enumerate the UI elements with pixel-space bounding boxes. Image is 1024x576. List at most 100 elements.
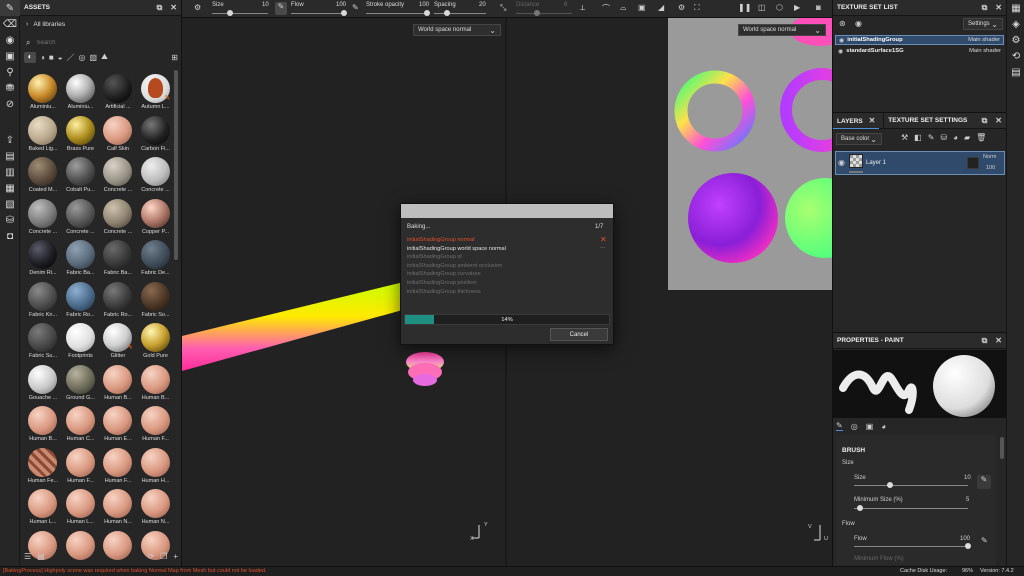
fullscreen-icon[interactable]: ⛶ bbox=[694, 3, 700, 13]
material-thumbnail[interactable]: Aluminiu... bbox=[62, 72, 98, 114]
viewer-icon[interactable]: ◘ bbox=[0, 228, 20, 244]
flow-slider[interactable] bbox=[854, 546, 968, 547]
material-thumbnail[interactable]: Fabric Kn... bbox=[24, 280, 60, 322]
eye-icon[interactable]: ◉ bbox=[838, 48, 843, 55]
alignment-icon[interactable]: ⌓ bbox=[620, 3, 626, 13]
export-icon[interactable]: ⇪ bbox=[0, 132, 20, 148]
search-input[interactable] bbox=[36, 40, 157, 46]
size-slider-knob[interactable] bbox=[227, 10, 233, 16]
material-thumbnail[interactable]: Ground G... bbox=[62, 363, 98, 405]
layer-name[interactable]: Layer 1 bbox=[866, 160, 886, 166]
size-slider[interactable] bbox=[854, 485, 968, 486]
tab-layers[interactable]: LAYERS ✕ bbox=[833, 113, 880, 129]
history-icon[interactable]: ⟲ bbox=[1007, 48, 1024, 64]
size-slider-knob[interactable] bbox=[887, 482, 893, 488]
material-thumbnail[interactable]: Human B... bbox=[99, 363, 135, 405]
color-picker-icon[interactable]: ⊘ bbox=[0, 96, 20, 112]
filter-icon[interactable]: ■ bbox=[49, 53, 54, 62]
screenshot-icon[interactable]: ◙ bbox=[816, 3, 821, 12]
float-icon[interactable]: ⧉ bbox=[982, 116, 988, 126]
material-thumbnail[interactable]: Fabric Ba... bbox=[62, 238, 98, 280]
layer-opacity[interactable]: 100 bbox=[986, 165, 995, 171]
brush-tab-icon[interactable]: ✎ bbox=[836, 421, 843, 431]
material-thumbnail[interactable]: ✎ Glitter bbox=[99, 321, 135, 363]
material-thumbnail[interactable]: Human L... bbox=[24, 487, 60, 529]
close-icon[interactable]: ✕ bbox=[995, 116, 1002, 125]
material-thumbnail[interactable]: Calf Skin bbox=[99, 114, 135, 156]
backface-icon[interactable]: ▣ bbox=[638, 3, 646, 12]
flow-value[interactable]: 100 bbox=[336, 2, 346, 8]
dialog-titlebar[interactable] bbox=[401, 204, 613, 218]
material-thumbnail[interactable]: Coated M... bbox=[24, 155, 60, 197]
lazy-mouse-icon[interactable]: ⤡ bbox=[500, 3, 506, 13]
video-icon[interactable]: ▶ bbox=[794, 3, 800, 12]
display-settings-icon[interactable]: ⚙ bbox=[1007, 32, 1024, 48]
smudge-icon[interactable]: ⚲ bbox=[0, 64, 20, 80]
min-size-slider-knob[interactable] bbox=[857, 505, 863, 511]
pause-icon[interactable]: ❚❚ bbox=[738, 3, 751, 12]
material-thumbnail[interactable]: Concrete ... bbox=[62, 197, 98, 239]
float-icon[interactable]: ⧉ bbox=[982, 3, 988, 13]
flow-pressure-icon[interactable]: ✎ bbox=[981, 536, 988, 545]
add-mask-icon[interactable]: ◧ bbox=[914, 133, 922, 142]
distance-slider-knob[interactable] bbox=[534, 10, 540, 16]
material-thumbnail[interactable]: Human N... bbox=[99, 487, 135, 529]
float-icon[interactable]: ⧉ bbox=[982, 336, 988, 346]
particle-filter-icon[interactable]: ◎ bbox=[79, 53, 86, 62]
projection-icon[interactable]: ◉ bbox=[0, 32, 20, 48]
smart-material-filter-icon[interactable]: ◑ bbox=[40, 53, 45, 62]
bucket-icon[interactable]: ⛁ bbox=[0, 212, 20, 228]
texture-filter-icon[interactable]: ▨ bbox=[90, 53, 98, 62]
material-thumbnail[interactable]: Fabric Ba... bbox=[99, 238, 135, 280]
add-paint-layer-icon[interactable]: ✎ bbox=[928, 133, 935, 142]
add-folder-icon[interactable]: ▰ bbox=[964, 133, 970, 142]
material-thumbnail[interactable]: Baked Lig... bbox=[24, 114, 60, 156]
close-icon[interactable]: ✕ bbox=[170, 3, 177, 12]
spacing-slider-knob[interactable] bbox=[444, 10, 450, 16]
log-icon[interactable]: ▤ bbox=[1007, 64, 1024, 80]
mask-icon[interactable]: ▥ bbox=[0, 164, 20, 180]
material-thumbnail[interactable]: Fabric Ro... bbox=[99, 280, 135, 322]
library-breadcrumb[interactable]: › All libraries bbox=[26, 21, 65, 28]
cancel-button[interactable]: Cancel bbox=[550, 328, 608, 341]
bake-icon[interactable]: ▤ bbox=[0, 148, 20, 164]
stroke-opacity-slider[interactable] bbox=[366, 13, 430, 14]
material-thumbnail[interactable]: Human H... bbox=[137, 446, 173, 488]
search-box[interactable]: ⌕ bbox=[26, 37, 176, 49]
eye-icon[interactable]: ◉ bbox=[838, 158, 845, 167]
layers-icon[interactable]: ◈ bbox=[1007, 16, 1024, 32]
paint-brush-icon[interactable]: ✎ bbox=[0, 0, 20, 16]
material-thumbnail[interactable]: Human L... bbox=[62, 487, 98, 529]
distance-value[interactable]: 8 bbox=[564, 2, 567, 8]
material-thumbnail[interactable]: Fabric So... bbox=[137, 280, 173, 322]
left-viewport-channel-select[interactable]: World space normal ⌄ bbox=[413, 24, 501, 36]
grid-view-icon[interactable]: ⊞ bbox=[171, 53, 178, 62]
texture-set-icon[interactable]: ▦ bbox=[1007, 0, 1024, 16]
add-fill-layer-icon[interactable]: ⛁ bbox=[940, 133, 947, 142]
texture-set-row[interactable]: ◉ standardSurface1SG Main shader bbox=[835, 46, 1004, 56]
eye-icon[interactable]: ◉ bbox=[855, 19, 862, 28]
pen-pressure-icon[interactable]: ✎ bbox=[275, 2, 287, 15]
properties-scrollbar[interactable] bbox=[1000, 437, 1004, 459]
add-effect-icon[interactable]: ⚒ bbox=[901, 133, 908, 142]
stencil-tab-icon[interactable]: ▣ bbox=[866, 422, 874, 431]
material-thumbnail[interactable]: Human F... bbox=[99, 446, 135, 488]
material-thumbnail[interactable]: Footprints bbox=[62, 321, 98, 363]
close-icon[interactable]: ✕ bbox=[869, 116, 876, 125]
material-thumbnail[interactable]: Concrete ... bbox=[99, 197, 135, 239]
min-size-value[interactable]: 5 bbox=[966, 497, 969, 503]
size-value[interactable]: 10 bbox=[262, 2, 269, 8]
material-thumbnail[interactable]: Human B... bbox=[24, 404, 60, 446]
layer-row[interactable]: ◉ Layer 1 Norm 100 bbox=[835, 151, 1005, 175]
environment-filter-icon[interactable]: ⛰ bbox=[101, 52, 108, 62]
3d-view-icon[interactable]: ⬡ bbox=[776, 3, 783, 12]
library-icon[interactable]: ▤ bbox=[37, 552, 45, 561]
flow-slider-knob[interactable] bbox=[341, 10, 347, 16]
flow-value[interactable]: 100 bbox=[960, 536, 970, 542]
split-view-icon[interactable]: ◫ bbox=[758, 3, 766, 12]
polygon-fill-icon[interactable]: ▣ bbox=[0, 48, 20, 64]
size-value[interactable]: 10 bbox=[964, 475, 971, 481]
close-icon[interactable]: ✕ bbox=[995, 336, 1002, 345]
status-message[interactable]: [BakingProcess] Highpoly scene was requi… bbox=[3, 568, 267, 574]
material-thumbnail[interactable]: Human B... bbox=[137, 363, 173, 405]
